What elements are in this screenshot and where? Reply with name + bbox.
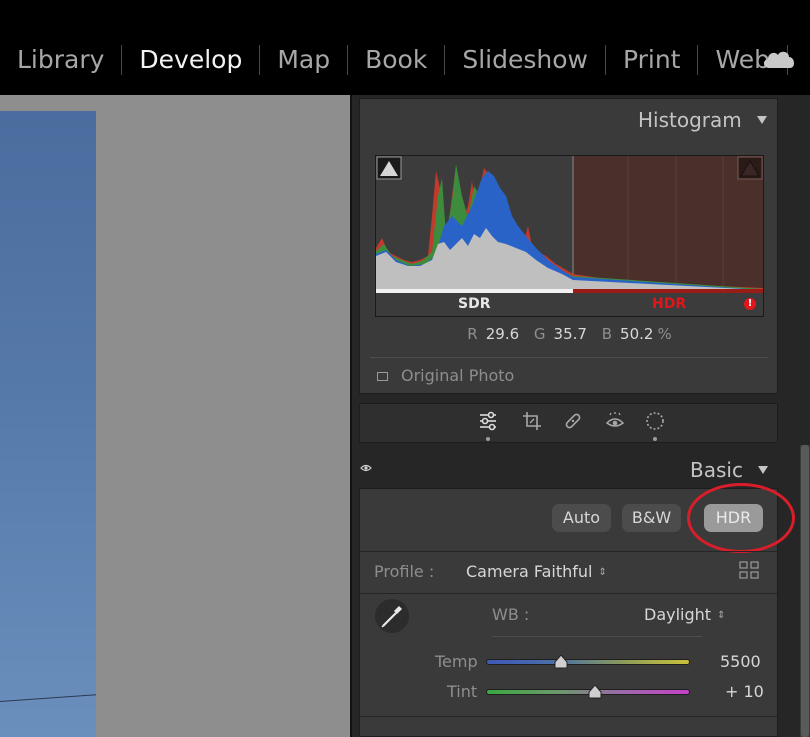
wb-underline: [492, 636, 702, 637]
histogram-collapse-icon[interactable]: [757, 116, 767, 124]
module-print[interactable]: Print: [606, 45, 698, 75]
tool-strip: [359, 403, 778, 443]
r-label: R: [467, 325, 478, 343]
hdr-bar: [573, 289, 763, 293]
basic-adjust-icon[interactable]: [477, 410, 499, 432]
r-value: 29.6: [485, 325, 520, 343]
tint-value[interactable]: + 10: [725, 682, 764, 701]
module-slideshow[interactable]: Slideshow: [445, 45, 605, 75]
temp-value[interactable]: 5500: [720, 652, 761, 671]
original-photo-label: Original Photo: [401, 366, 515, 385]
histogram-plot: [376, 156, 763, 293]
module-library[interactable]: Library: [0, 45, 121, 75]
hdr-warning-icon[interactable]: !: [744, 298, 756, 310]
b-value: 50.2: [620, 325, 654, 343]
tint-label: Tint: [447, 682, 478, 701]
profile-select[interactable]: Camera Faithful ⇕: [466, 562, 607, 581]
b-label: B: [601, 325, 613, 343]
eyedropper-icon[interactable]: [374, 598, 410, 634]
right-panel: Histogram SDR HDR ! R 29.6 G 35.7 B 50.2…: [350, 95, 810, 737]
module-map[interactable]: Map: [260, 45, 347, 75]
redeye-icon[interactable]: [604, 410, 626, 432]
crop-icon[interactable]: [521, 410, 543, 432]
hdr-label: HDR: [652, 296, 687, 312]
basic-collapse-icon[interactable]: [758, 466, 768, 474]
auto-button[interactable]: Auto: [552, 504, 611, 532]
module-bar: Library Develop Map Book Slideshow Print…: [0, 0, 810, 95]
divider: [360, 716, 777, 717]
wb-select[interactable]: Daylight ⇕: [644, 605, 725, 624]
photo-preview: [0, 111, 96, 737]
heal-icon[interactable]: [562, 410, 584, 432]
temp-label: Temp: [435, 652, 478, 671]
histogram-title[interactable]: Histogram: [638, 108, 742, 132]
g-value: 35.7: [553, 325, 587, 343]
eye-icon[interactable]: [360, 463, 372, 473]
basic-header[interactable]: Basic: [352, 450, 800, 488]
divider: [360, 593, 777, 594]
rgb-readout: R 29.6 G 35.7 B 50.2%: [360, 325, 779, 343]
active-tool-indicator: [486, 437, 490, 441]
masking-indicator: [653, 437, 657, 441]
annotation-circle: [687, 483, 795, 553]
masking-icon[interactable]: [644, 410, 666, 432]
wb-label: WB :: [492, 605, 530, 624]
temp-slider-thumb[interactable]: [554, 655, 568, 669]
bw-button[interactable]: B&W: [622, 504, 681, 532]
photo-wire: [0, 692, 96, 702]
original-photo-toggle[interactable]: Original Photo: [370, 357, 768, 387]
wb-value: Daylight: [644, 605, 712, 624]
hdr-region: [573, 156, 763, 291]
histogram-graph[interactable]: SDR HDR !: [375, 155, 764, 317]
cloud-icon[interactable]: [761, 46, 797, 72]
percent-unit: %: [657, 325, 672, 343]
histogram-panel: Histogram SDR HDR ! R 29.6 G 35.7 B 50.2…: [359, 98, 778, 394]
original-photo-checkbox[interactable]: [377, 372, 388, 381]
basic-panel: Auto B&W HDR Profile : Camera Faithful ⇕ …: [359, 483, 795, 737]
panel-scrollbar[interactable]: [800, 445, 810, 737]
basic-title[interactable]: Basic: [690, 458, 743, 482]
profile-label: Profile :: [374, 562, 435, 581]
profile-updown-icon: ⇕: [598, 567, 607, 578]
module-book[interactable]: Book: [348, 45, 444, 75]
divider: [360, 551, 777, 552]
tint-slider-thumb[interactable]: [588, 685, 602, 699]
module-develop[interactable]: Develop: [122, 45, 259, 75]
wb-updown-icon: ⇕: [717, 610, 726, 621]
g-label: G: [533, 325, 546, 343]
temp-slider[interactable]: [486, 659, 690, 665]
module-picker: Library Develop Map Book Slideshow Print…: [0, 42, 788, 78]
grid-icon[interactable]: [739, 561, 759, 579]
sdr-bar: [376, 289, 573, 293]
sdr-label: SDR: [458, 296, 491, 312]
panel-scroll-thumb[interactable]: [801, 445, 809, 737]
photo-canvas[interactable]: [0, 95, 350, 737]
profile-value: Camera Faithful: [466, 562, 593, 581]
